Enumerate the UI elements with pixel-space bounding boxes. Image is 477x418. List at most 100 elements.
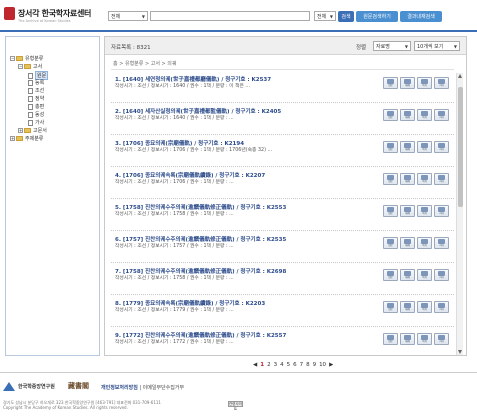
original-view-button[interactable]: 원문 bbox=[383, 205, 398, 217]
summary-button[interactable]: 해제 bbox=[400, 333, 415, 345]
result-meta: 작성시기 : 조선 / 정보시기 : 1772 / 권수 : 1책 / 분량 :… bbox=[115, 340, 234, 345]
aks-logo[interactable]: 한국학중앙연구원 bbox=[3, 382, 55, 391]
page-link[interactable]: 1 bbox=[260, 362, 264, 368]
tree-node-item[interactable]: 정약 bbox=[28, 95, 44, 102]
email-policy-link[interactable]: | 이메일무단수집거부 bbox=[139, 385, 184, 391]
toc-button[interactable]: 목차 bbox=[417, 237, 432, 249]
toc-button[interactable]: 목차 bbox=[417, 77, 432, 89]
original-view-button[interactable]: 원문 bbox=[383, 141, 398, 153]
tree-node-type[interactable]: − 유형분류 bbox=[10, 55, 43, 62]
bibliography-button[interactable]: 서지 bbox=[434, 237, 449, 249]
page-link[interactable]: 7 bbox=[300, 362, 304, 368]
field-select[interactable]: 전체 ▼ bbox=[314, 11, 336, 21]
scroll-up-icon[interactable] bbox=[458, 74, 462, 78]
bibliography-button[interactable]: 서지 bbox=[434, 109, 449, 121]
result-actions: 원문 해제 목차 서지 bbox=[383, 237, 449, 249]
bibliography-button[interactable]: 서지 bbox=[434, 301, 449, 313]
original-view-button[interactable]: 원문 bbox=[383, 77, 398, 89]
tree-node-item[interactable]: 가사 bbox=[28, 119, 44, 126]
next-page-button[interactable]: ▶ bbox=[329, 362, 333, 368]
book-icon bbox=[387, 78, 394, 84]
summary-button[interactable]: 해제 bbox=[400, 205, 415, 217]
summary-button[interactable]: 해제 bbox=[400, 237, 415, 249]
page-link[interactable]: 10 bbox=[319, 362, 326, 368]
sort-select[interactable]: 자료명 ▼ bbox=[373, 41, 411, 51]
page-link[interactable]: 5 bbox=[287, 362, 291, 368]
result-title-link[interactable]: 2. [1640] 세자산실청의궤(世子嘉禮都監儀軌) / 청구기호 : K24… bbox=[115, 107, 375, 115]
bibliography-button[interactable]: 서지 bbox=[434, 77, 449, 89]
result-actions: 원문 해제 목차 서지 bbox=[383, 77, 449, 89]
result-actions: 원문 해제 목차 서지 bbox=[383, 205, 449, 217]
original-view-button[interactable]: 원문 bbox=[383, 173, 398, 185]
tree-node-item[interactable]: 조선 bbox=[28, 87, 44, 94]
tree-node-oldbook[interactable]: − 고서 bbox=[18, 63, 42, 70]
book-icon bbox=[421, 78, 428, 84]
result-list: 1. [1640] 세연청의궤(世子嘉禮都廳儀軌) / 청구기호 : K2537… bbox=[111, 73, 454, 355]
bibliography-button[interactable]: 서지 bbox=[434, 205, 449, 217]
toc-button[interactable]: 목차 bbox=[417, 141, 432, 153]
book-icon bbox=[421, 206, 428, 212]
summary-button[interactable]: 해제 bbox=[400, 141, 415, 153]
result-title-link[interactable]: 4. [1706] 종묘의궤속록(宗廟儀軌續錄) / 청구기호 : K2207 bbox=[115, 171, 375, 179]
result-title-link[interactable]: 6. [1757] 진찬의궤수주의궤(進饌儀軌修正儀軌) / 청구기호 : K2… bbox=[115, 235, 375, 243]
bibliography-button[interactable]: 서지 bbox=[434, 141, 449, 153]
breadcrumb: 홈 > 유형분류 > 고서 > 의궤 bbox=[113, 61, 177, 67]
bibliography-button[interactable]: 서지 bbox=[434, 173, 449, 185]
summary-button[interactable]: 해제 bbox=[400, 77, 415, 89]
original-view-button[interactable]: 원문 bbox=[383, 109, 398, 121]
tree-node-item[interactable]: 등록 bbox=[28, 79, 44, 86]
summary-button[interactable]: 해제 bbox=[400, 301, 415, 313]
page-link[interactable]: 4 bbox=[280, 362, 284, 368]
result-title-link[interactable]: 1. [1640] 세연청의궤(世子嘉禮都廳儀軌) / 청구기호 : K2537 bbox=[115, 75, 375, 83]
summary-button[interactable]: 해제 bbox=[400, 109, 415, 121]
toc-button[interactable]: 목차 bbox=[417, 301, 432, 313]
jangseogak-logo[interactable]: 藏書閣 bbox=[68, 381, 89, 391]
expand-icon[interactable]: + bbox=[18, 128, 23, 133]
detail-search-button[interactable]: 원문검색하기 bbox=[356, 11, 398, 22]
search-input[interactable] bbox=[150, 11, 310, 21]
prev-page-button[interactable]: ◀ bbox=[253, 362, 257, 368]
search-button[interactable]: 검색 bbox=[338, 11, 354, 22]
summary-button[interactable]: 해제 bbox=[400, 269, 415, 281]
toc-button[interactable]: 목차 bbox=[417, 205, 432, 217]
result-search-button[interactable]: 결과내재검색 bbox=[400, 11, 442, 22]
footer-divider bbox=[0, 372, 477, 373]
result-title-link[interactable]: 3. [1706] 종묘의궤(宗廟儀軌) / 청구기호 : K2194 bbox=[115, 139, 375, 147]
scroll-down-icon[interactable] bbox=[458, 350, 462, 354]
tree-node-document[interactable]: + 고문서 bbox=[18, 127, 47, 134]
result-title-link[interactable]: 5. [1758] 진찬의궤수주의궤(進饌儀軌修正儀軌) / 청구기호 : K2… bbox=[115, 203, 375, 211]
privacy-link[interactable]: 개인정보처리방침 bbox=[101, 385, 138, 391]
original-view-button[interactable]: 원문 bbox=[383, 301, 398, 313]
scope-select[interactable]: 전체 ▼ bbox=[108, 11, 148, 21]
page-size-select[interactable]: 10개씩 보기 ▼ bbox=[414, 41, 460, 51]
tree-node-item[interactable]: 동성 bbox=[28, 111, 44, 118]
toc-button[interactable]: 목차 bbox=[417, 333, 432, 345]
result-title-link[interactable]: 9. [1772] 진찬의궤수주의궤(進饌儀軌修正儀軌) / 청구기호 : K2… bbox=[115, 331, 375, 339]
tree-node-item[interactable]: 총편 bbox=[28, 103, 44, 110]
original-view-button[interactable]: 원문 bbox=[383, 237, 398, 249]
summary-button[interactable]: 해제 bbox=[400, 173, 415, 185]
tree-node-subject[interactable]: + 주제분류 bbox=[10, 135, 43, 142]
result-title-link[interactable]: 8. [1779] 종묘의궤속록(宗廟儀軌續錄) / 청구기호 : K2203 bbox=[115, 299, 375, 307]
result-title-link[interactable]: 7. [1758] 진찬의궤수주의궤(進饌儀軌修正儀軌) / 청구기호 : K2… bbox=[115, 267, 375, 275]
divider bbox=[111, 69, 454, 70]
original-view-button[interactable]: 원문 bbox=[383, 333, 398, 345]
related-sites-button[interactable]: 관련사이트 bbox=[228, 401, 243, 411]
collapse-icon[interactable]: − bbox=[10, 56, 15, 61]
page-link[interactable]: 6 bbox=[293, 362, 297, 368]
bibliography-button[interactable]: 서지 bbox=[434, 333, 449, 345]
page-link[interactable]: 2 bbox=[267, 362, 271, 368]
page-link[interactable]: 9 bbox=[313, 362, 317, 368]
original-view-button[interactable]: 원문 bbox=[383, 269, 398, 281]
toc-button[interactable]: 목차 bbox=[417, 173, 432, 185]
scrollbar[interactable] bbox=[456, 73, 463, 355]
toc-button[interactable]: 목차 bbox=[417, 269, 432, 281]
page-link[interactable]: 3 bbox=[274, 362, 278, 368]
page-link[interactable]: 8 bbox=[306, 362, 310, 368]
scroll-thumb[interactable] bbox=[458, 87, 463, 207]
toc-button[interactable]: 목차 bbox=[417, 109, 432, 121]
bibliography-button[interactable]: 서지 bbox=[434, 269, 449, 281]
collapse-icon[interactable]: − bbox=[18, 64, 23, 69]
expand-icon[interactable]: + bbox=[10, 136, 15, 141]
result-item: 8. [1779] 종묘의궤속록(宗廟儀軌續錄) / 청구기호 : K2203 작… bbox=[111, 297, 454, 327]
